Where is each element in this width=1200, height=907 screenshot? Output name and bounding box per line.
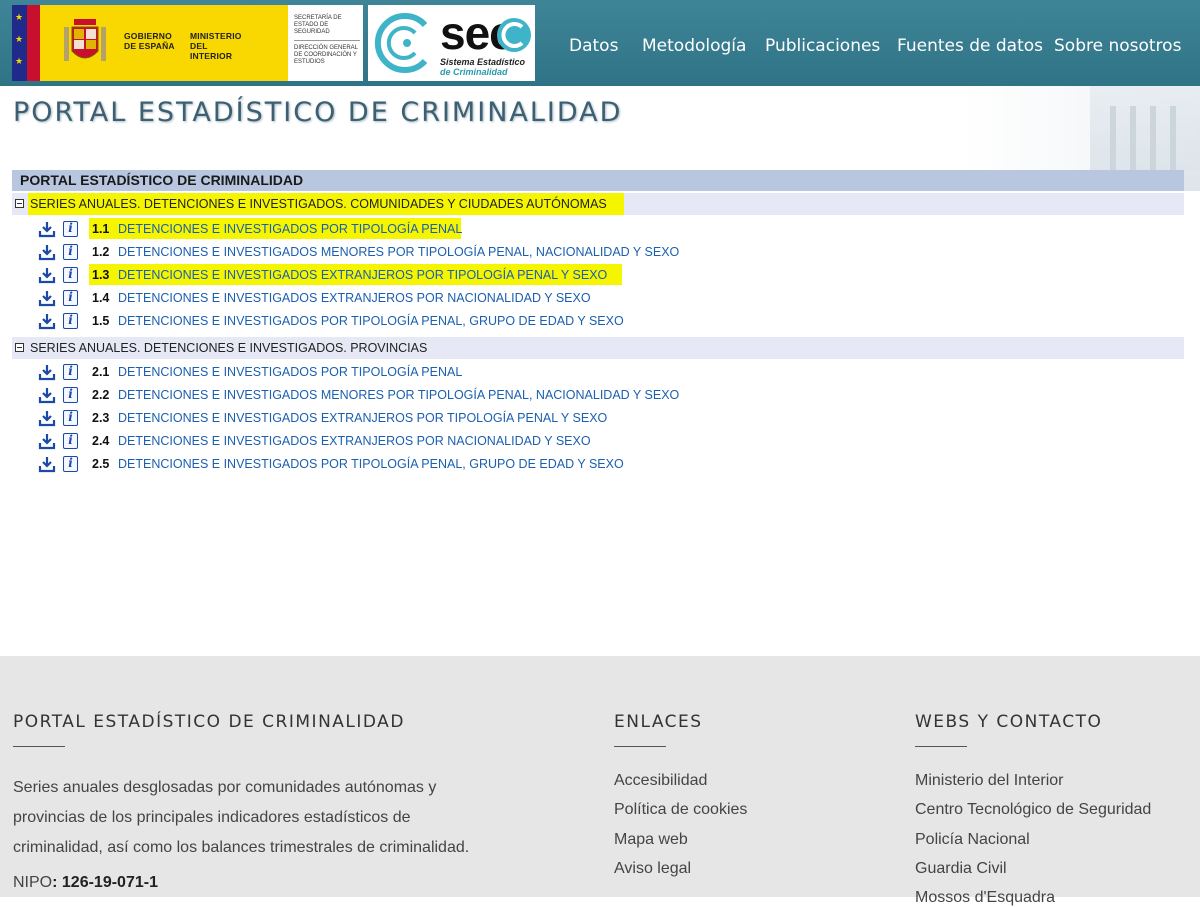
footer-link-mossos[interactable]: Mossos d'Esquadra — [915, 889, 1055, 907]
sec-subtitle: Sistema Estadístico de Criminalidad — [440, 57, 525, 77]
item-number: 2.1 — [92, 365, 110, 379]
group-label[interactable]: SERIES ANUALES. DETENCIONES E INVESTIGAD… — [30, 193, 607, 215]
main-nav: Datos Metodología Publicaciones Fuentes … — [0, 36, 1200, 58]
info-icon[interactable]: i — [63, 387, 78, 403]
footer-link-centro-tecnologico[interactable]: Centro Tecnológico de Seguridad — [915, 801, 1151, 819]
info-icon[interactable]: i — [63, 267, 78, 283]
item-link[interactable]: DETENCIONES E INVESTIGADOS POR TIPOLOGÍA… — [118, 218, 462, 240]
tree-item: i 1.1 DETENCIONES E INVESTIGADOS POR TIP… — [38, 218, 838, 240]
nav-datos[interactable]: Datos — [569, 36, 618, 56]
info-icon[interactable]: i — [63, 313, 78, 329]
nav-publicaciones[interactable]: Publicaciones — [765, 36, 880, 56]
footer-divider — [915, 746, 967, 747]
footer-divider — [614, 746, 666, 747]
footer-link-guardia-civil[interactable]: Guardia Civil — [915, 860, 1007, 878]
footer-title-enlaces: ENLACES — [614, 712, 703, 732]
info-icon[interactable]: i — [63, 221, 78, 237]
info-icon[interactable]: i — [63, 290, 78, 306]
tree-item: i 2.2 DETENCIONES E INVESTIGADOS MENORES… — [38, 384, 838, 406]
download-icon[interactable] — [38, 455, 56, 473]
download-icon[interactable] — [38, 386, 56, 404]
item-number: 1.3 — [92, 268, 110, 282]
item-link[interactable]: DETENCIONES E INVESTIGADOS MENORES POR T… — [118, 241, 679, 263]
item-number: 2.3 — [92, 411, 110, 425]
tree-item: i 2.3 DETENCIONES E INVESTIGADOS EXTRANJ… — [38, 407, 838, 429]
footer-link-policia[interactable]: Policía Nacional — [915, 831, 1030, 849]
item-number: 1.2 — [92, 245, 110, 259]
secretaria-line: SECRETARÍA DE ESTADO DE SEGURIDAD — [294, 15, 342, 35]
tree-item: i 1.3 DETENCIONES E INVESTIGADOS EXTRANJ… — [38, 264, 838, 286]
tree-header: PORTAL ESTADÍSTICO DE CRIMINALIDAD — [12, 170, 1184, 191]
sec-subtitle-line2: de Criminalidad — [440, 67, 508, 77]
footer-link-mapa-web[interactable]: Mapa web — [614, 831, 688, 849]
item-link[interactable]: DETENCIONES E INVESTIGADOS EXTRANJEROS P… — [118, 264, 607, 286]
footer-nipo: NIPO: 126-19-071-1 — [13, 874, 158, 892]
download-icon[interactable] — [38, 312, 56, 330]
item-number: 1.5 — [92, 314, 110, 328]
tree-item: i 2.5 DETENCIONES E INVESTIGADOS POR TIP… — [38, 453, 838, 475]
nav-fuentes-de-datos[interactable]: Fuentes de datos — [897, 36, 1043, 56]
item-number: 2.4 — [92, 434, 110, 448]
item-link[interactable]: DETENCIONES E INVESTIGADOS POR TIPOLOGÍA… — [118, 453, 624, 475]
tree-item: i 1.2 DETENCIONES E INVESTIGADOS MENORES… — [38, 241, 838, 263]
footer-title-webs: WEBS Y CONTACTO — [915, 712, 1103, 732]
sec-subtitle-line1: Sistema Estadístico — [440, 57, 526, 67]
footer-link-ministerio[interactable]: Ministerio del Interior — [915, 772, 1064, 790]
item-link[interactable]: DETENCIONES E INVESTIGADOS POR TIPOLOGÍA… — [118, 310, 624, 332]
item-number: 2.5 — [92, 457, 110, 471]
footer: PORTAL ESTADÍSTICO DE CRIMINALIDAD Serie… — [0, 656, 1200, 906]
footer-link-cookies[interactable]: Política de cookies — [614, 801, 747, 819]
footer-title-portal: PORTAL ESTADÍSTICO DE CRIMINALIDAD — [13, 712, 405, 732]
info-icon[interactable]: i — [63, 364, 78, 380]
collapse-toggle-icon[interactable] — [15, 199, 24, 208]
footer-link-accesibilidad[interactable]: Accesibilidad — [614, 772, 707, 790]
group-label[interactable]: SERIES ANUALES. DETENCIONES E INVESTIGAD… — [30, 337, 427, 359]
item-number: 2.2 — [92, 388, 110, 402]
item-link[interactable]: DETENCIONES E INVESTIGADOS EXTRANJEROS P… — [118, 287, 591, 309]
tree-item: i 1.4 DETENCIONES E INVESTIGADOS EXTRANJ… — [38, 287, 838, 309]
info-icon[interactable]: i — [63, 456, 78, 472]
download-icon[interactable] — [38, 266, 56, 284]
item-number: 1.1 — [92, 222, 110, 236]
nav-sobre-nosotros[interactable]: Sobre nosotros — [1054, 36, 1181, 56]
collapse-toggle-icon[interactable] — [15, 343, 24, 352]
footer-link-aviso-legal[interactable]: Aviso legal — [614, 860, 691, 878]
item-number: 1.4 — [92, 291, 110, 305]
download-icon[interactable] — [38, 220, 56, 238]
tree-item: i 1.5 DETENCIONES E INVESTIGADOS POR TIP… — [38, 310, 838, 332]
footer-description: Series anuales desglosadas por comunidad… — [13, 779, 470, 856]
item-link[interactable]: DETENCIONES E INVESTIGADOS EXTRANJEROS P… — [118, 430, 591, 452]
nav-metodologia[interactable]: Metodología — [642, 36, 746, 56]
download-icon[interactable] — [38, 432, 56, 450]
info-icon[interactable]: i — [63, 410, 78, 426]
nipo-label: NIPO — [13, 874, 53, 891]
tree-item: i 2.1 DETENCIONES E INVESTIGADOS POR TIP… — [38, 361, 838, 383]
item-link[interactable]: DETENCIONES E INVESTIGADOS MENORES POR T… — [118, 384, 679, 406]
page-title: PORTAL ESTADÍSTICO DE CRIMINALIDAD — [13, 97, 623, 128]
download-icon[interactable] — [38, 243, 56, 261]
item-link[interactable]: DETENCIONES E INVESTIGADOS EXTRANJEROS P… — [118, 407, 607, 429]
tree-group-provincias[interactable]: SERIES ANUALES. DETENCIONES E INVESTIGAD… — [12, 337, 1184, 359]
nipo-value: : 126-19-071-1 — [52, 874, 158, 891]
info-icon[interactable]: i — [63, 244, 78, 260]
item-link[interactable]: DETENCIONES E INVESTIGADOS POR TIPOLOGÍA… — [118, 361, 462, 383]
top-header: ★ ★ ★ GOBIERNO DE ESPAÑA MINISTERIO DEL IN… — [0, 0, 1200, 86]
tree-item: i 2.4 DETENCIONES E INVESTIGADOS EXTRANJ… — [38, 430, 838, 452]
download-icon[interactable] — [38, 409, 56, 427]
download-icon[interactable] — [38, 289, 56, 307]
footer-divider — [13, 746, 65, 747]
download-icon[interactable] — [38, 363, 56, 381]
info-icon[interactable]: i — [63, 433, 78, 449]
